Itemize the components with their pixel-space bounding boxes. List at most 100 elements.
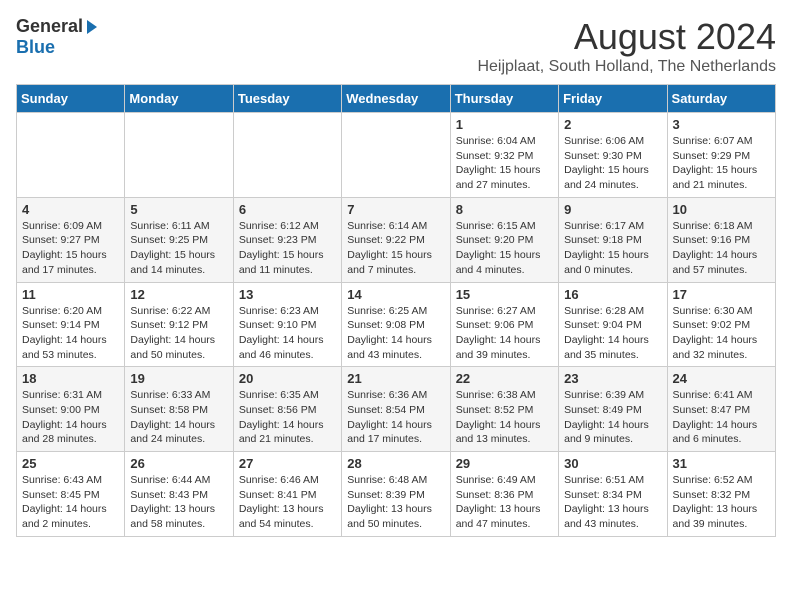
day-number: 24 bbox=[673, 371, 770, 386]
calendar-cell: 19Sunrise: 6:33 AM Sunset: 8:58 PM Dayli… bbox=[125, 367, 233, 452]
calendar-cell: 18Sunrise: 6:31 AM Sunset: 9:00 PM Dayli… bbox=[17, 367, 125, 452]
day-info: Sunrise: 6:49 AM Sunset: 8:36 PM Dayligh… bbox=[456, 473, 553, 532]
day-number: 28 bbox=[347, 456, 444, 471]
day-number: 3 bbox=[673, 117, 770, 132]
day-number: 11 bbox=[22, 287, 119, 302]
day-number: 16 bbox=[564, 287, 661, 302]
day-info: Sunrise: 6:17 AM Sunset: 9:18 PM Dayligh… bbox=[564, 219, 661, 278]
header-friday: Friday bbox=[559, 85, 667, 113]
day-number: 17 bbox=[673, 287, 770, 302]
calendar-cell: 29 Sunrise: 6:49 AM Sunset: 8:36 PM Dayli… bbox=[450, 452, 558, 537]
day-number: 18 bbox=[22, 371, 119, 386]
day-number: 31 bbox=[673, 456, 770, 471]
header-tuesday: Tuesday bbox=[233, 85, 341, 113]
calendar-cell: 14 Sunrise: 6:25 AM Sunset: 9:08 PM Dayli… bbox=[342, 282, 450, 367]
day-info: Sunrise: 6:39 AM Sunset: 8:49 PM Dayligh… bbox=[564, 388, 661, 447]
location-subtitle: Heijplaat, South Holland, The Netherland… bbox=[477, 58, 776, 76]
day-info: Sunrise: 6:25 AM Sunset: 9:08 PM Dayligh… bbox=[347, 304, 444, 363]
day-number: 6 bbox=[239, 202, 336, 217]
day-info: Sunrise: 6:22 AM Sunset: 9:12 PM Dayligh… bbox=[130, 304, 227, 363]
day-number: 2 bbox=[564, 117, 661, 132]
day-info: Sunrise: 6:46 AM Sunset: 8:41 PM Dayligh… bbox=[239, 473, 336, 532]
calendar-cell: 24Sunrise: 6:41 AM Sunset: 8:47 PM Dayli… bbox=[667, 367, 775, 452]
calendar-cell: 21 Sunrise: 6:36 AM Sunset: 8:54 PM Dayli… bbox=[342, 367, 450, 452]
logo-blue-text: Blue bbox=[16, 37, 55, 58]
logo-general-text: General bbox=[16, 16, 83, 37]
day-info: Sunrise: 6:07 AM Sunset: 9:29 PM Dayligh… bbox=[673, 134, 770, 193]
calendar-cell: 13 Sunrise: 6:23 AM Sunset: 9:10 PM Dayli… bbox=[233, 282, 341, 367]
calendar-cell: 31 Sunrise: 6:52 AM Sunset: 8:32 PM Dayli… bbox=[667, 452, 775, 537]
day-info: Sunrise: 6:52 AM Sunset: 8:32 PM Dayligh… bbox=[673, 473, 770, 532]
day-info: Sunrise: 6:09 AM Sunset: 9:27 PM Dayligh… bbox=[22, 219, 119, 278]
calendar-cell: 4 Sunrise: 6:09 AM Sunset: 9:27 PM Daylig… bbox=[17, 197, 125, 282]
calendar-cell: 10 Sunrise: 6:18 AM Sunset: 9:16 PM Dayli… bbox=[667, 197, 775, 282]
calendar-cell: 17Sunrise: 6:30 AM Sunset: 9:02 PM Dayli… bbox=[667, 282, 775, 367]
calendar-table: SundayMondayTuesdayWednesdayThursdayFrid… bbox=[16, 84, 776, 537]
calendar-cell: 22 Sunrise: 6:38 AM Sunset: 8:52 PM Dayli… bbox=[450, 367, 558, 452]
calendar-cell: 20 Sunrise: 6:35 AM Sunset: 8:56 PM Dayli… bbox=[233, 367, 341, 452]
day-number: 14 bbox=[347, 287, 444, 302]
header-sunday: Sunday bbox=[17, 85, 125, 113]
calendar-cell: 27 Sunrise: 6:46 AM Sunset: 8:41 PM Dayli… bbox=[233, 452, 341, 537]
day-number: 12 bbox=[130, 287, 227, 302]
calendar-cell: 28 Sunrise: 6:48 AM Sunset: 8:39 PM Dayli… bbox=[342, 452, 450, 537]
day-number: 8 bbox=[456, 202, 553, 217]
day-number: 5 bbox=[130, 202, 227, 217]
day-info: Sunrise: 6:27 AM Sunset: 9:06 PM Dayligh… bbox=[456, 304, 553, 363]
calendar-week-row: 11Sunrise: 6:20 AM Sunset: 9:14 PM Dayli… bbox=[17, 282, 776, 367]
day-number: 21 bbox=[347, 371, 444, 386]
calendar-week-row: 4 Sunrise: 6:09 AM Sunset: 9:27 PM Daylig… bbox=[17, 197, 776, 282]
day-number: 26 bbox=[130, 456, 227, 471]
month-year-title: August 2024 bbox=[477, 16, 776, 58]
header-wednesday: Wednesday bbox=[342, 85, 450, 113]
calendar-week-row: 1Sunrise: 6:04 AM Sunset: 9:32 PM Daylig… bbox=[17, 113, 776, 198]
day-number: 9 bbox=[564, 202, 661, 217]
calendar-cell: 30Sunrise: 6:51 AM Sunset: 8:34 PM Dayli… bbox=[559, 452, 667, 537]
day-info: Sunrise: 6:38 AM Sunset: 8:52 PM Dayligh… bbox=[456, 388, 553, 447]
calendar-cell: 9 Sunrise: 6:17 AM Sunset: 9:18 PM Daylig… bbox=[559, 197, 667, 282]
day-info: Sunrise: 6:44 AM Sunset: 8:43 PM Dayligh… bbox=[130, 473, 227, 532]
day-number: 1 bbox=[456, 117, 553, 132]
day-number: 25 bbox=[22, 456, 119, 471]
day-number: 29 bbox=[456, 456, 553, 471]
header-saturday: Saturday bbox=[667, 85, 775, 113]
calendar-cell: 7Sunrise: 6:14 AM Sunset: 9:22 PM Daylig… bbox=[342, 197, 450, 282]
calendar-cell bbox=[17, 113, 125, 198]
day-number: 10 bbox=[673, 202, 770, 217]
calendar-cell bbox=[125, 113, 233, 198]
calendar-cell: 12 Sunrise: 6:22 AM Sunset: 9:12 PM Dayli… bbox=[125, 282, 233, 367]
day-info: Sunrise: 6:35 AM Sunset: 8:56 PM Dayligh… bbox=[239, 388, 336, 447]
day-number: 13 bbox=[239, 287, 336, 302]
calendar-cell: 25Sunrise: 6:43 AM Sunset: 8:45 PM Dayli… bbox=[17, 452, 125, 537]
day-number: 23 bbox=[564, 371, 661, 386]
calendar-cell: 11Sunrise: 6:20 AM Sunset: 9:14 PM Dayli… bbox=[17, 282, 125, 367]
day-number: 4 bbox=[22, 202, 119, 217]
calendar-cell: 1Sunrise: 6:04 AM Sunset: 9:32 PM Daylig… bbox=[450, 113, 558, 198]
day-info: Sunrise: 6:28 AM Sunset: 9:04 PM Dayligh… bbox=[564, 304, 661, 363]
day-info: Sunrise: 6:36 AM Sunset: 8:54 PM Dayligh… bbox=[347, 388, 444, 447]
header-thursday: Thursday bbox=[450, 85, 558, 113]
day-number: 22 bbox=[456, 371, 553, 386]
day-number: 27 bbox=[239, 456, 336, 471]
calendar-cell: 15Sunrise: 6:27 AM Sunset: 9:06 PM Dayli… bbox=[450, 282, 558, 367]
title-section: August 2024 Heijplaat, South Holland, Th… bbox=[477, 16, 776, 76]
calendar-header-row: SundayMondayTuesdayWednesdayThursdayFrid… bbox=[17, 85, 776, 113]
day-info: Sunrise: 6:51 AM Sunset: 8:34 PM Dayligh… bbox=[564, 473, 661, 532]
day-info: Sunrise: 6:23 AM Sunset: 9:10 PM Dayligh… bbox=[239, 304, 336, 363]
calendar-cell: 6Sunrise: 6:12 AM Sunset: 9:23 PM Daylig… bbox=[233, 197, 341, 282]
day-info: Sunrise: 6:15 AM Sunset: 9:20 PM Dayligh… bbox=[456, 219, 553, 278]
day-number: 7 bbox=[347, 202, 444, 217]
day-info: Sunrise: 6:11 AM Sunset: 9:25 PM Dayligh… bbox=[130, 219, 227, 278]
day-info: Sunrise: 6:48 AM Sunset: 8:39 PM Dayligh… bbox=[347, 473, 444, 532]
calendar-cell bbox=[233, 113, 341, 198]
page-header: General Blue August 2024 Heijplaat, Sout… bbox=[16, 16, 776, 76]
day-number: 20 bbox=[239, 371, 336, 386]
day-info: Sunrise: 6:33 AM Sunset: 8:58 PM Dayligh… bbox=[130, 388, 227, 447]
calendar-cell: 3 Sunrise: 6:07 AM Sunset: 9:29 PM Daylig… bbox=[667, 113, 775, 198]
day-info: Sunrise: 6:06 AM Sunset: 9:30 PM Dayligh… bbox=[564, 134, 661, 193]
day-info: Sunrise: 6:18 AM Sunset: 9:16 PM Dayligh… bbox=[673, 219, 770, 278]
calendar-cell bbox=[342, 113, 450, 198]
calendar-week-row: 18Sunrise: 6:31 AM Sunset: 9:00 PM Dayli… bbox=[17, 367, 776, 452]
logo-arrow-icon bbox=[87, 20, 97, 34]
calendar-cell: 26 Sunrise: 6:44 AM Sunset: 8:43 PM Dayli… bbox=[125, 452, 233, 537]
